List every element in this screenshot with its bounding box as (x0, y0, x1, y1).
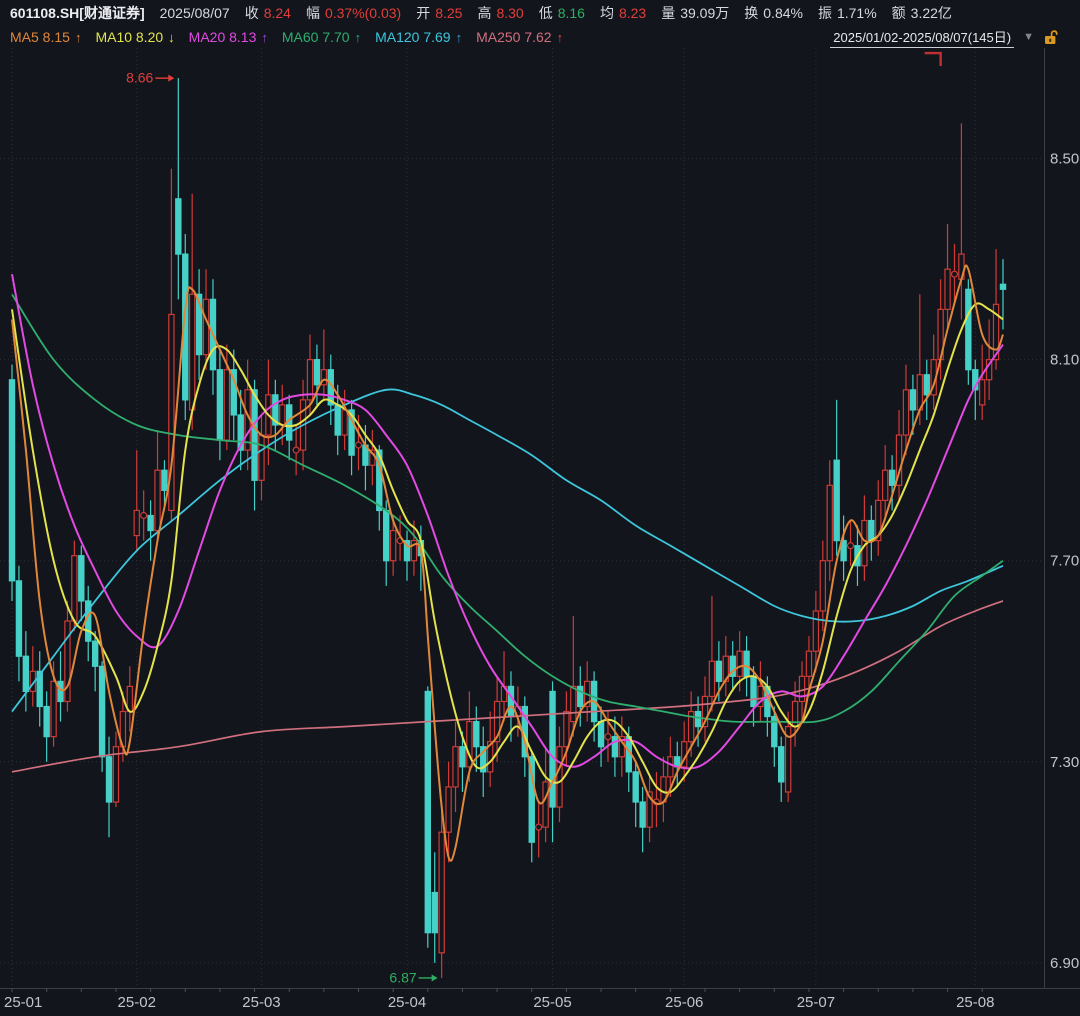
svg-text:25-02: 25-02 (118, 994, 156, 1011)
ma-legend-item: MA10 8.20 ↓ (95, 29, 174, 45)
stat-value: 39.09万 (680, 5, 729, 21)
arrow-up-icon: ↑ (261, 30, 268, 45)
svg-text:7.70: 7.70 (1050, 553, 1079, 570)
stat-value: 8.16 (558, 5, 585, 21)
stat-label: 换 (744, 5, 758, 21)
corner-mark-icon (925, 53, 941, 66)
quote-stat: 幅 0.37%(0.03) (306, 3, 401, 23)
svg-text:25-08: 25-08 (956, 994, 994, 1011)
svg-text:25-05: 25-05 (533, 994, 571, 1011)
stat-label: 额 (892, 5, 906, 21)
ma-legend-text: MA60 7.70 (282, 29, 350, 45)
stat-label: 收 (245, 5, 259, 21)
svg-text:8.50: 8.50 (1050, 151, 1079, 168)
arrow-up-icon: ↑ (355, 30, 362, 45)
ma-legend-text: MA20 8.13 (189, 29, 257, 45)
chevron-down-icon[interactable]: ▼ (1023, 31, 1034, 43)
quote-stat: 低 8.16 (539, 3, 585, 23)
ma-legend-item: MA5 8.15 ↑ (10, 29, 81, 45)
quote-stat: 额 3.22亿 (892, 3, 952, 23)
candles (9, 78, 1005, 978)
title-bar: 601108.SH[财通证券] 2025/08/07 收 8.24 幅 0.37%(0… (0, 0, 1080, 26)
stat-label: 量 (661, 5, 675, 21)
quote-stat: 开 8.25 (416, 3, 462, 23)
stat-label: 高 (477, 5, 491, 21)
stat-value: 8.23 (619, 5, 646, 21)
candlestick-chart[interactable]: 8.50 8.10 7.70 7.30 6.90 25-01 25-02 25-03 25-04… (0, 0, 1080, 1016)
ma-legend-item: MA60 7.70 ↑ (282, 29, 361, 45)
ma-legend-item: MA250 7.62 ↑ (476, 29, 563, 45)
x-axis-labels: 25-01 25-02 25-03 25-04 25-05 25-06 25-07 25-08 (4, 994, 994, 1011)
stat-value: 0.84% (763, 5, 803, 21)
arrow-up-icon: ↑ (456, 30, 463, 45)
stat-value: 3.22亿 (911, 5, 952, 21)
ma-legend-text: MA250 7.62 (476, 29, 552, 45)
quote-stats: 收 8.24 幅 0.37%(0.03) 开 8.25 高 8.30 低 8.16 均 8.23 量 39… (245, 3, 952, 23)
ma-legend: MA5 8.15↑MA10 8.20↓MA20 8.13↑MA60 7.70↑M… (10, 29, 563, 45)
lock-icon[interactable] (1044, 29, 1060, 45)
stat-label: 均 (600, 5, 614, 21)
stat-value: 8.25 (435, 5, 462, 21)
quote-date: 2025/08/07 (160, 5, 230, 21)
quote-stat: 收 8.24 (245, 3, 291, 23)
svg-text:7.30: 7.30 (1050, 754, 1079, 771)
arrow-right-icon (432, 974, 438, 981)
ma-line-ma250 (12, 601, 1003, 772)
price-callout-label: 8.66 (126, 70, 153, 86)
stock-code-name: 601108.SH[财通证券] (10, 3, 145, 23)
arrow-right-icon (168, 75, 174, 82)
arrow-up-icon: ↑ (75, 30, 82, 45)
svg-text:8.10: 8.10 (1050, 352, 1079, 369)
quote-stat: 振 1.71% (818, 3, 877, 23)
stat-label: 开 (416, 5, 430, 21)
svg-text:25-01: 25-01 (4, 994, 42, 1011)
ma-legend-text: MA5 8.15 (10, 29, 70, 45)
stat-value: 8.24 (264, 5, 291, 21)
stat-value: 8.30 (496, 5, 523, 21)
ma-legend-item: MA20 8.13 ↑ (189, 29, 268, 45)
price-callout-label: 6.87 (389, 969, 416, 985)
stat-value: 0.37%(0.03) (325, 5, 401, 21)
svg-text:25-04: 25-04 (388, 994, 426, 1011)
stat-label: 振 (818, 5, 832, 21)
arrow-up-icon: ↑ (557, 30, 564, 45)
quote-stat: 高 8.30 (477, 3, 523, 23)
date-range-label[interactable]: 2025/01/02-2025/08/07(145日) (830, 27, 1014, 48)
stat-label: 幅 (306, 5, 320, 21)
ma-legend-item: MA120 7.69 ↑ (375, 29, 462, 45)
ma-lines (12, 265, 1003, 860)
quote-stat: 均 8.23 (600, 3, 646, 23)
svg-text:25-07: 25-07 (797, 994, 835, 1011)
chart-annotations: 8.66 6.87 (126, 53, 941, 985)
stat-value: 1.71% (837, 5, 877, 21)
stock-chart-window: 601108.SH[财通证券] 2025/08/07 收 8.24 幅 0.37%(0… (0, 0, 1080, 1016)
quote-stat: 量 39.09万 (661, 3, 729, 23)
quote-stat: 换 0.84% (744, 3, 803, 23)
date-range-selector[interactable]: 2025/01/02-2025/08/07(145日) ▼ (830, 26, 1060, 48)
stat-label: 低 (539, 5, 553, 21)
y-axis-labels: 8.50 8.10 7.70 7.30 6.90 (1050, 151, 1079, 972)
svg-text:25-06: 25-06 (665, 994, 703, 1011)
svg-text:25-03: 25-03 (242, 994, 280, 1011)
arrow-down-icon: ↓ (168, 30, 175, 45)
ma-legend-text: MA10 8.20 (95, 29, 163, 45)
svg-text:6.90: 6.90 (1050, 955, 1079, 972)
ma-legend-text: MA120 7.69 (375, 29, 451, 45)
